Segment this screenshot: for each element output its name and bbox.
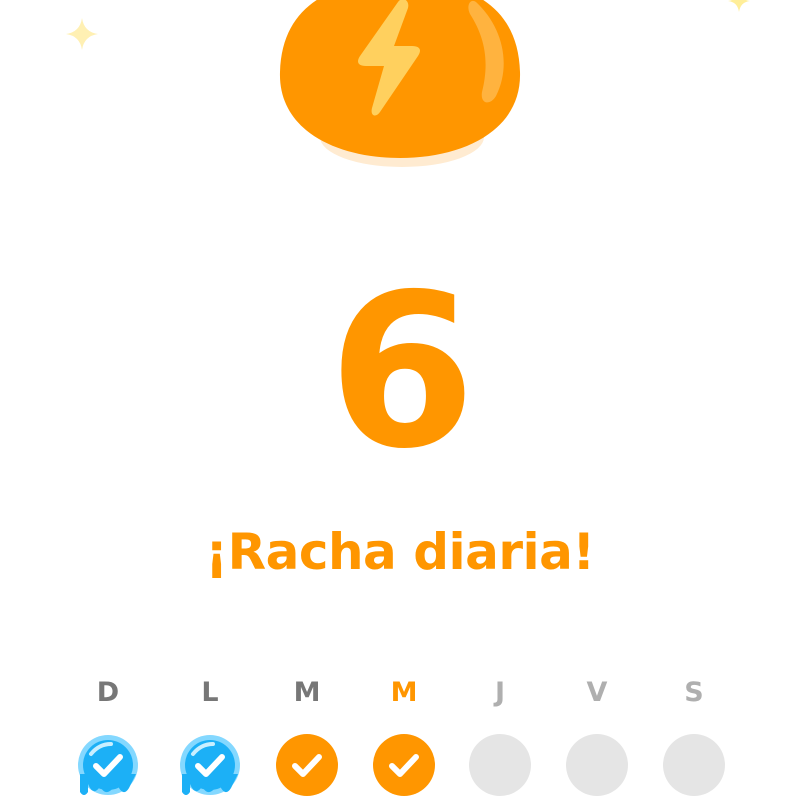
day-4: J bbox=[465, 672, 535, 796]
day-5: V bbox=[562, 672, 632, 796]
day-3: M bbox=[369, 672, 439, 796]
streak-hero bbox=[270, 0, 530, 195]
day-1: L bbox=[175, 672, 245, 796]
day-label: V bbox=[586, 677, 608, 708]
sparkle-icon bbox=[66, 18, 98, 50]
empty-day-circle bbox=[663, 734, 725, 796]
streak-title: ¡Racha diaria! bbox=[205, 523, 595, 581]
day-2: M bbox=[272, 672, 342, 796]
day-label: M bbox=[293, 677, 321, 708]
day-0: D bbox=[73, 672, 143, 796]
day-label: S bbox=[684, 677, 704, 708]
day-label: D bbox=[96, 677, 120, 708]
checkmark-icon bbox=[276, 734, 338, 796]
day-6: S bbox=[659, 672, 729, 796]
week-calendar: DLMMJVS bbox=[0, 672, 800, 800]
sparkle-icon bbox=[728, 0, 750, 12]
day-label: L bbox=[201, 677, 219, 708]
empty-day-circle bbox=[469, 734, 531, 796]
streak-count: 6 bbox=[328, 248, 476, 495]
streak-freeze-icon bbox=[77, 734, 139, 796]
day-label: J bbox=[494, 677, 506, 708]
streak-freeze-icon bbox=[179, 734, 241, 796]
checkmark-icon bbox=[373, 734, 435, 796]
day-label: M bbox=[390, 677, 418, 708]
empty-day-circle bbox=[566, 734, 628, 796]
